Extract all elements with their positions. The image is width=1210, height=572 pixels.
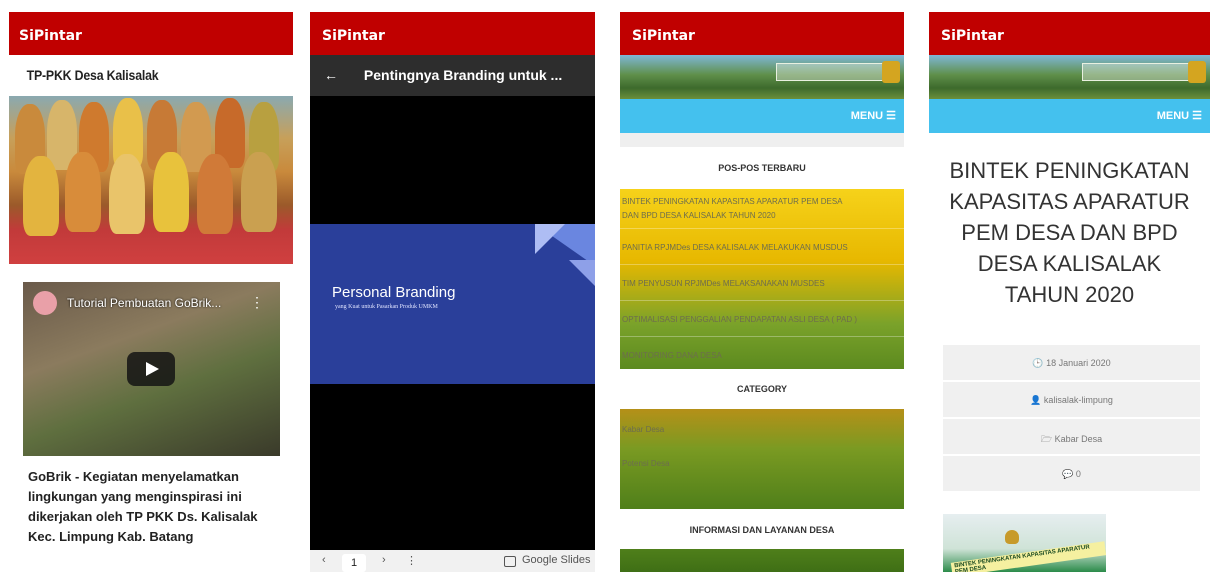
recent-posts-heading: POS-POS TERBARU (620, 147, 904, 189)
screen-village-site: SiPintar MENU ☰ POS-POS TERBARU BINTEK P… (620, 12, 904, 572)
screen-slides: SiPintar ← Pentingnya Branding untuk ...… (310, 12, 595, 572)
decor-triangle (569, 260, 595, 286)
garuda-emblem-icon (1005, 530, 1019, 544)
prev-icon[interactable]: ‹ (322, 554, 326, 566)
slides-toolbar: ‹ 1 › ⋮ Google Slides (310, 550, 595, 572)
decor-triangle (535, 224, 565, 254)
emblem-icon (882, 61, 900, 83)
photo-banner-text: BINTEK PENINGKATAN KAPASITAS APARATUR PE… (950, 541, 1106, 572)
post-link[interactable]: PANITIA RPJMDes DESA KALISALAK MELAKUKAN… (620, 229, 904, 265)
group-photo (9, 96, 293, 264)
post-comments[interactable]: 💬 0 (943, 456, 1200, 493)
play-icon[interactable] (127, 352, 175, 386)
site-logo (776, 63, 896, 81)
site-logo (1082, 63, 1202, 81)
post-link[interactable]: DAN BPD DESA KALISALAK TAHUN 2020 (620, 207, 904, 229)
post-image: BINTEK PENINGKATAN KAPASITAS APARATUR PE… (943, 514, 1106, 572)
category-link[interactable]: Kabar Desa (620, 409, 904, 445)
slides-title: Pentingnya Branding untuk ... (363, 67, 563, 83)
channel-avatar[interactable] (33, 291, 57, 315)
category-list: Kabar Desa Potensi Desa (620, 409, 904, 509)
post-link[interactable]: BINTEK PENINGKATAN KAPASITAS APARATUR PE… (620, 189, 904, 207)
post-category[interactable]: 🗁 Kabar Desa (943, 419, 1200, 456)
post-date: 🕒 18 Januari 2020 (943, 345, 1200, 382)
back-arrow-icon[interactable]: ← (324, 67, 338, 83)
video-title[interactable]: Tutorial Pembuatan GoBrik... (67, 296, 221, 310)
screen-pkk: SiPintar TP-PKK Desa Kalisalak Tutorial … (9, 12, 293, 572)
app-title: SiPintar (310, 12, 595, 55)
menu-button[interactable]: MENU ☰ (929, 99, 1210, 133)
slides-logo-icon (504, 556, 516, 567)
post-title: BINTEK PENINGKATAN KAPASITAS APARATUR PE… (949, 158, 1190, 307)
app-title: SiPintar (9, 12, 293, 55)
post-author[interactable]: 👤 kalisalak-limpung (943, 382, 1200, 419)
slide-preview[interactable]: Personal Branding yang Kuat untuk Pasark… (310, 224, 595, 384)
post-link[interactable]: MONITORING DANA DESA (620, 337, 904, 369)
site-banner (620, 55, 904, 99)
video-caption: GoBrik - Kegiatan menyelamatkan lingkung… (28, 469, 258, 544)
info-heading: INFORMASI DAN LAYANAN DESA (620, 509, 904, 549)
post-meta: 🕒 18 Januari 2020 👤 kalisalak-limpung 🗁 … (943, 345, 1200, 493)
app-title: SiPintar (929, 12, 1210, 55)
menu-button[interactable]: MENU ☰ (620, 99, 904, 133)
slide-subtitle: yang Kuat untuk Pasarkan Produk UMKM (335, 304, 438, 310)
page-number[interactable]: 1 (342, 554, 366, 572)
screen-post-detail: SiPintar MENU ☰ BINTEK PENINGKATAN KAPAS… (929, 12, 1210, 572)
info-image (620, 549, 904, 572)
site-banner (929, 55, 1210, 99)
post-link[interactable]: OPTIMALISASI PENGGALIAN PENDAPATAN ASLI … (620, 301, 904, 337)
app-title: SiPintar (620, 12, 904, 55)
category-link[interactable]: Potensi Desa (620, 445, 904, 481)
slide-title: Personal Branding (332, 284, 456, 301)
google-slides-label[interactable]: Google Slides (522, 554, 591, 566)
slides-appbar: ← Pentingnya Branding untuk ... (310, 55, 595, 96)
more-vert-icon[interactable]: ⋮ (406, 554, 417, 567)
more-vert-icon[interactable]: ⋮ (250, 294, 264, 311)
video-player[interactable]: Tutorial Pembuatan GoBrik... ⋮ (23, 282, 280, 456)
post-link[interactable]: TIM PENYUSUN RPJMDes MELAKSANAKAN MUSDES (620, 265, 904, 301)
next-icon[interactable]: › (382, 554, 386, 566)
emblem-icon (1188, 61, 1206, 83)
recent-posts-list: BINTEK PENINGKATAN KAPASITAS APARATUR PE… (620, 189, 904, 369)
page-title: TP-PKK Desa Kalisalak (26, 67, 159, 83)
category-heading: CATEGORY (620, 369, 904, 409)
